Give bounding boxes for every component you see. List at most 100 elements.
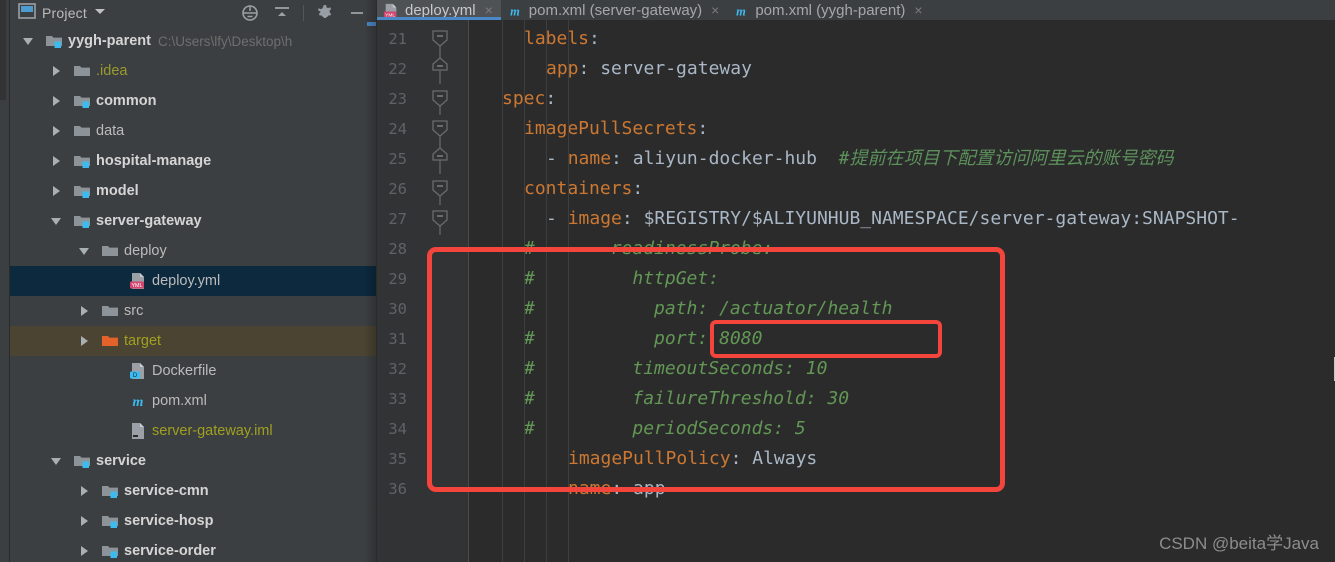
- code-line-35[interactable]: imagePullPolicy: Always: [469, 444, 817, 474]
- target-folder-icon: [101, 332, 119, 350]
- line-number: 31: [388, 330, 407, 348]
- chevron-right-icon[interactable]: [50, 124, 64, 138]
- locate-icon[interactable]: [239, 2, 261, 24]
- editor-tab-label: deploy.yml: [405, 1, 476, 19]
- code-line-21[interactable]: labels:: [469, 24, 600, 54]
- editor-tab-pom-xml-yygh-parent-[interactable]: m pom.xml (yygh-parent) ×: [727, 0, 930, 20]
- project-panel-header: Project: [10, 0, 376, 26]
- code-content[interactable]: labels:app: server-gatewayspec:imagePull…: [469, 20, 1335, 562]
- tree-item-service[interactable]: service: [10, 446, 376, 476]
- gear-icon[interactable]: [314, 2, 336, 24]
- code-token: # readinessProbe:: [524, 238, 774, 259]
- code-fold-marker[interactable]: [429, 52, 451, 84]
- code-line-29[interactable]: # httpGet:: [469, 264, 719, 294]
- code-token: :: [611, 148, 633, 169]
- chevron-right-icon[interactable]: [50, 184, 64, 198]
- chevron-down-icon[interactable]: [93, 4, 107, 23]
- tree-item-deploy-yml[interactable]: YML deploy.yml: [10, 266, 376, 296]
- chevron-right-icon[interactable]: [78, 514, 92, 528]
- code-line-24[interactable]: imagePullSecrets:: [469, 114, 708, 144]
- code-line-22[interactable]: app: server-gateway: [469, 54, 752, 84]
- code-folding-column[interactable]: [429, 20, 451, 562]
- tree-item-service-cmn[interactable]: service-cmn: [10, 476, 376, 506]
- chevron-down-icon[interactable]: [78, 244, 92, 258]
- chevron-right-icon[interactable]: [78, 304, 92, 318]
- tree-item-pom-xml[interactable]: m pom.xml: [10, 386, 376, 416]
- code-token: server-gateway: [600, 58, 752, 79]
- indent-guide: [502, 20, 503, 562]
- chevron-right-icon[interactable]: [78, 544, 92, 558]
- code-line-25[interactable]: - name: aliyun-docker-hub #提前在项目下配置访问阿里云…: [469, 144, 1174, 174]
- code-token: image: [567, 208, 622, 229]
- editor-tab-bar[interactable]: YML deploy.yml × m pom.xml (server-gateway) ×…: [377, 0, 1335, 20]
- svg-text:m: m: [737, 4, 747, 18]
- editor-tab-pom-xml-server-gateway-[interactable]: m pom.xml (server-gateway) ×: [501, 0, 728, 20]
- chevron-right-icon[interactable]: [50, 94, 64, 108]
- chevron-right-icon[interactable]: [78, 334, 92, 348]
- svg-text:D: D: [133, 373, 138, 379]
- code-token: app: [633, 478, 666, 499]
- code-line-26[interactable]: containers:: [469, 174, 643, 204]
- editor-tab-deploy-yml[interactable]: YML deploy.yml ×: [377, 0, 501, 20]
- close-icon[interactable]: ×: [711, 2, 719, 18]
- tree-item-src[interactable]: src: [10, 296, 376, 326]
- tree-item-label: service-hosp: [124, 513, 214, 529]
- close-icon[interactable]: ×: [485, 2, 493, 18]
- code-line-30[interactable]: # path: /actuator/health: [469, 294, 892, 324]
- tree-item-model[interactable]: model: [10, 176, 376, 206]
- chevron-right-icon[interactable]: [78, 484, 92, 498]
- chevron-right-icon[interactable]: [50, 64, 64, 78]
- chevron-right-icon[interactable]: [50, 154, 64, 168]
- tree-item--idea[interactable]: .idea: [10, 56, 376, 86]
- chevron-down-icon[interactable]: [50, 454, 64, 468]
- editor-body[interactable]: 21 22 23 24 25 26 27 28 29 30 31 32 33 34 35 36 labels:…: [377, 20, 1335, 562]
- chevron-down-icon[interactable]: [22, 34, 36, 48]
- line-number: 32: [388, 360, 407, 378]
- maven-icon: m: [733, 3, 749, 18]
- tree-item-hospital-manage[interactable]: hospital-manage: [10, 146, 376, 176]
- code-line-23[interactable]: spec:: [469, 84, 556, 114]
- code-line-27[interactable]: - image: $REGISTRY/$ALIYUNHUB_NAMESPACE/…: [469, 204, 1240, 234]
- code-token: :: [611, 478, 634, 499]
- tree-item-label: service-cmn: [124, 483, 209, 499]
- code-fold-marker[interactable]: [429, 174, 451, 205]
- tree-item-service-order[interactable]: service-order: [10, 536, 376, 562]
- line-number: 35: [388, 450, 407, 468]
- project-panel-title: Project: [42, 5, 87, 21]
- tree-item-common[interactable]: common: [10, 86, 376, 116]
- code-token: Always: [752, 448, 818, 469]
- tree-item-yygh-parent[interactable]: yygh-parent C:\Users\lfy\Desktop\h: [10, 26, 376, 56]
- line-number: 36: [388, 480, 407, 498]
- code-line-34[interactable]: # periodSeconds: 5: [469, 414, 806, 444]
- collapse-all-icon[interactable]: [271, 2, 293, 24]
- code-fold-marker[interactable]: [429, 24, 451, 55]
- code-fold-marker[interactable]: [429, 84, 451, 115]
- tree-item-server-gateway-iml[interactable]: server-gateway.iml: [10, 416, 376, 446]
- code-token: imagePullPolicy: [568, 448, 731, 469]
- tree-item-deploy[interactable]: deploy: [10, 236, 376, 266]
- tree-item-label: data: [96, 123, 125, 139]
- tree-item-dockerfile[interactable]: D Dockerfile: [10, 356, 376, 386]
- editor-tab-label: pom.xml (server-gateway): [528, 1, 703, 19]
- editor-area: YML deploy.yml × m pom.xml (server-gateway) ×…: [377, 0, 1335, 562]
- code-line-31[interactable]: # port: 8080: [469, 324, 762, 354]
- project-title-group[interactable]: Project: [14, 2, 111, 25]
- code-line-33[interactable]: # failureThreshold: 30: [469, 384, 849, 414]
- code-line-32[interactable]: # timeoutSeconds: 10: [469, 354, 827, 384]
- code-token: # httpGet:: [524, 268, 720, 289]
- yml-file-icon: YML: [129, 272, 147, 290]
- chevron-down-icon[interactable]: [50, 214, 64, 228]
- code-fold-marker[interactable]: [429, 114, 451, 145]
- tree-item-server-gateway[interactable]: server-gateway: [10, 206, 376, 236]
- line-number: 21: [388, 30, 407, 48]
- tree-item-data[interactable]: data: [10, 116, 376, 146]
- code-fold-marker[interactable]: [429, 142, 451, 174]
- tree-item-target[interactable]: target: [10, 326, 376, 356]
- editor-gutter[interactable]: 21 22 23 24 25 26 27 28 29 30 31 32 33 34 35 36: [377, 20, 469, 562]
- close-icon[interactable]: ×: [914, 2, 922, 18]
- tree-item-service-hosp[interactable]: service-hosp: [10, 506, 376, 536]
- minimize-icon[interactable]: [346, 2, 368, 24]
- code-line-28[interactable]: # readinessProbe:: [469, 234, 773, 264]
- code-fold-marker[interactable]: [429, 204, 451, 235]
- project-file-tree[interactable]: yygh-parent C:\Users\lfy\Desktop\h .idea co…: [10, 26, 376, 562]
